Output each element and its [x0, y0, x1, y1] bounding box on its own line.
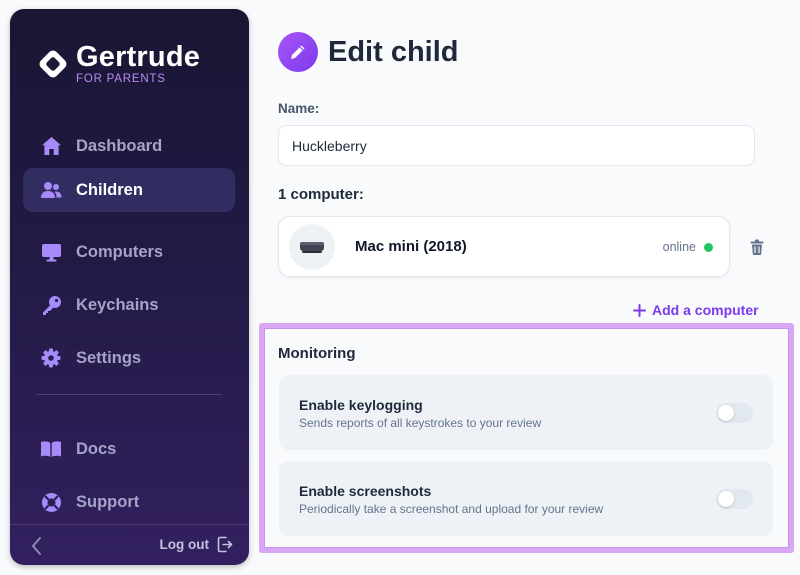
- logout-button[interactable]: Log out: [160, 536, 233, 553]
- page-header: Edit child: [278, 32, 459, 72]
- nav-item-support[interactable]: Support: [23, 480, 235, 524]
- monitor-icon: [40, 241, 62, 263]
- nav-item-computers[interactable]: Computers: [23, 230, 235, 274]
- book-icon: [40, 438, 62, 460]
- sidebar: Gertrude FOR PARENTS Dashboard Children: [10, 9, 249, 565]
- keylogging-toggle[interactable]: [716, 403, 753, 423]
- brand-tagline: FOR PARENTS: [76, 73, 166, 85]
- child-name-input[interactable]: [278, 125, 755, 166]
- setting-description: Periodically take a screenshot and uploa…: [299, 502, 604, 516]
- home-icon: [40, 135, 62, 157]
- brand-name: Gertrude: [76, 41, 201, 73]
- screenshots-setting: Enable screenshots Periodically take a s…: [279, 461, 773, 536]
- brand-logo[interactable]: Gertrude FOR PARENTS: [36, 42, 200, 85]
- setting-title: Enable screenshots: [299, 483, 432, 499]
- online-dot-icon: [704, 242, 713, 252]
- nav-label: Keychains: [76, 295, 159, 314]
- gear-icon: [40, 347, 62, 369]
- mac-mini-icon: [289, 224, 335, 270]
- status-label: online: [662, 240, 696, 254]
- toggle-knob: [718, 405, 734, 421]
- add-computer-button[interactable]: Add a computer: [633, 302, 759, 318]
- plus-icon: [633, 303, 646, 317]
- nav-label: Dashboard: [76, 136, 163, 155]
- remove-computer-button[interactable]: [750, 239, 764, 255]
- chevron-left-icon: [32, 537, 41, 555]
- lifebuoy-icon: [40, 491, 62, 513]
- trash-icon: [750, 239, 764, 255]
- nav-label: Computers: [76, 242, 164, 261]
- nav-label: Children: [76, 180, 143, 199]
- keylogging-setting: Enable keylogging Sends reports of all k…: [279, 375, 773, 450]
- page-title: Edit child: [328, 35, 459, 68]
- gertrude-logo-icon: [39, 50, 67, 78]
- nav-item-settings[interactable]: Settings: [23, 336, 235, 380]
- monitoring-title: Monitoring: [278, 345, 356, 362]
- screenshots-toggle[interactable]: [716, 489, 753, 509]
- setting-title: Enable keylogging: [299, 397, 423, 413]
- computers-heading: 1 computer:: [278, 186, 364, 203]
- pencil-icon: [278, 32, 318, 72]
- nav-divider: [36, 394, 222, 395]
- nav-item-docs[interactable]: Docs: [23, 427, 235, 471]
- monitoring-section: Monitoring Enable keylogging Sends repor…: [259, 323, 794, 553]
- status-indicator: online: [663, 240, 713, 254]
- key-icon: [40, 294, 62, 316]
- nav-label: Support: [76, 492, 140, 511]
- add-computer-label: Add a computer: [652, 302, 759, 318]
- computer-name: Mac mini (2018): [355, 238, 467, 255]
- name-field-label: Name:: [278, 101, 320, 116]
- nav-item-keychains[interactable]: Keychains: [23, 283, 235, 327]
- nav-label: Settings: [76, 348, 142, 367]
- nav-label: Docs: [76, 439, 117, 458]
- logout-label: Log out: [159, 537, 209, 552]
- nav-item-dashboard[interactable]: Dashboard: [23, 124, 235, 168]
- users-icon: [40, 179, 62, 201]
- nav-item-children[interactable]: Children: [23, 168, 235, 212]
- logout-icon: [217, 536, 233, 553]
- toggle-knob: [718, 491, 734, 507]
- computer-card[interactable]: Mac mini (2018) online: [278, 216, 730, 277]
- collapse-sidebar-button[interactable]: [29, 536, 45, 556]
- setting-description: Sends reports of all keystrokes to your …: [299, 416, 542, 430]
- sidebar-footer: Log out: [10, 524, 249, 565]
